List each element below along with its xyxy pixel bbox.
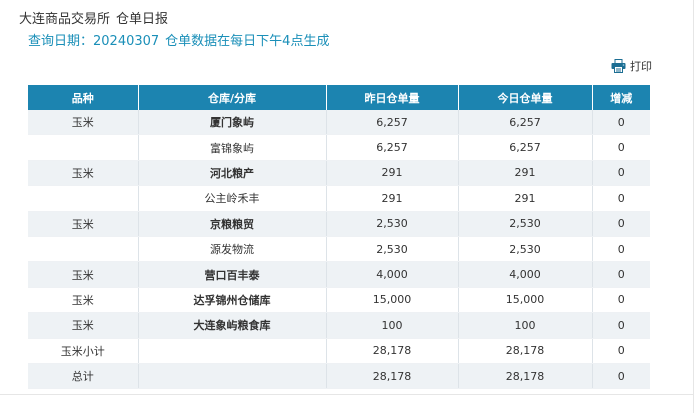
table-body: 玉米 厦门象屿 6,257 6,257 0 富锦象屿 6,257 6,257 0 玉米 河北粮产 29…: [28, 110, 650, 390]
cell-change: 0: [592, 236, 650, 263]
print-label: 打印: [630, 60, 652, 73]
table-row: 富锦象屿 6,257 6,257 0: [28, 134, 650, 161]
cell-warehouse: 营口百丰泰: [138, 261, 327, 288]
cell-today-qty: 15,000: [458, 287, 593, 314]
cell-change: 0: [592, 338, 650, 364]
cell-warehouse: [138, 363, 327, 390]
cell-change: 0: [592, 185, 650, 212]
cell-variety: 玉米小计: [28, 338, 139, 364]
cell-yesterday-qty: 2,530: [326, 211, 459, 237]
cell-yesterday-qty: 2,530: [326, 236, 459, 263]
table-row: 玉米小计 28,178 28,178 0: [28, 338, 650, 364]
cell-warehouse: 公主岭禾丰: [138, 185, 327, 212]
table-row: 玉米 达孚锦州仓储库 15,000 15,000 0: [28, 287, 650, 314]
cell-yesterday-qty: 6,257: [326, 134, 459, 161]
report-name: 仓单日报: [116, 12, 169, 27]
table-row: 玉米 京粮粮贸 2,530 2,530 0: [28, 211, 650, 237]
cell-variety: [28, 134, 139, 161]
cell-change: 0: [592, 363, 650, 390]
table-row: 总计 28,178 28,178 0: [28, 363, 650, 390]
cell-warehouse: 达孚锦州仓储库: [138, 287, 327, 314]
cell-yesterday-qty: 291: [326, 185, 459, 212]
cell-variety: 玉米: [28, 211, 139, 237]
cell-today-qty: 2,530: [458, 236, 593, 263]
cell-variety: 总计: [28, 363, 139, 390]
cell-change: 0: [592, 211, 650, 237]
table-row: 玉米 营口百丰泰 4,000 4,000 0: [28, 261, 650, 288]
cell-yesterday-qty: 4,000: [326, 261, 459, 288]
cell-yesterday-qty: 28,178: [326, 363, 459, 390]
column-header-variety: 品种: [28, 85, 139, 110]
table-row: 玉米 大连象屿粮食库 100 100 0: [28, 312, 650, 339]
cell-yesterday-qty: 15,000: [326, 287, 459, 314]
cell-today-qty: 6,257: [458, 110, 593, 136]
cell-yesterday-qty: 100: [326, 312, 459, 339]
cell-variety: 玉米: [28, 110, 139, 136]
cell-variety: [28, 236, 139, 263]
query-info: 查询日期：20240307 仓单数据在每日下午4点生成: [28, 30, 335, 49]
column-header-today: 今日仓单量: [458, 85, 593, 110]
cell-today-qty: 28,178: [458, 338, 593, 364]
cell-variety: 玉米: [28, 312, 139, 339]
column-header-change: 增减: [592, 85, 650, 110]
cell-yesterday-qty: 28,178: [326, 338, 459, 364]
print-button[interactable]: 打印: [611, 58, 652, 74]
cell-warehouse: [138, 338, 327, 364]
cell-change: 0: [592, 160, 650, 187]
cell-change: 0: [592, 312, 650, 339]
generation-note: 仓单数据在每日下午4点生成: [165, 34, 330, 49]
table-header-row: 品种 仓库/分库 昨日仓单量 今日仓单量 增减: [28, 85, 650, 110]
cell-today-qty: 4,000: [458, 261, 593, 288]
printer-icon: [611, 59, 626, 73]
bottom-divider: [0, 394, 694, 395]
cell-change: 0: [592, 261, 650, 288]
table-row: 玉米 河北粮产 291 291 0: [28, 160, 650, 187]
cell-variety: 玉米: [28, 287, 139, 314]
cell-change: 0: [592, 134, 650, 161]
cell-variety: 玉米: [28, 261, 139, 288]
column-header-warehouse: 仓库/分库: [138, 85, 327, 110]
cell-warehouse: 厦门象屿: [138, 110, 327, 136]
page-title: 大连商品交易所 仓单日报: [19, 8, 174, 27]
table-row: 玉米 厦门象屿 6,257 6,257 0: [28, 110, 650, 136]
cell-today-qty: 100: [458, 312, 593, 339]
cell-yesterday-qty: 291: [326, 160, 459, 187]
exchange-name: 大连商品交易所: [19, 12, 111, 27]
cell-today-qty: 28,178: [458, 363, 593, 390]
cell-change: 0: [592, 110, 650, 136]
cell-change: 0: [592, 287, 650, 314]
cell-today-qty: 291: [458, 160, 593, 187]
cell-warehouse: 大连象屿粮食库: [138, 312, 327, 339]
query-date: 查询日期：20240307: [28, 34, 160, 49]
warehouse-receipt-table: 品种 仓库/分库 昨日仓单量 今日仓单量 增减 玉米 厦门象屿 6,257 6,257…: [28, 85, 650, 390]
column-header-yesterday: 昨日仓单量: [326, 85, 459, 110]
cell-variety: [28, 185, 139, 212]
cell-today-qty: 291: [458, 185, 593, 212]
table-row: 公主岭禾丰 291 291 0: [28, 185, 650, 212]
table-row: 源发物流 2,530 2,530 0: [28, 236, 650, 263]
cell-warehouse: 源发物流: [138, 236, 327, 263]
cell-variety: 玉米: [28, 160, 139, 187]
cell-warehouse: 河北粮产: [138, 160, 327, 187]
cell-yesterday-qty: 6,257: [326, 110, 459, 136]
cell-today-qty: 2,530: [458, 211, 593, 237]
cell-today-qty: 6,257: [458, 134, 593, 161]
cell-warehouse: 京粮粮贸: [138, 211, 327, 237]
cell-warehouse: 富锦象屿: [138, 134, 327, 161]
report-page: 大连商品交易所 仓单日报 查询日期：20240307 仓单数据在每日下午4点生成 打…: [0, 0, 694, 413]
